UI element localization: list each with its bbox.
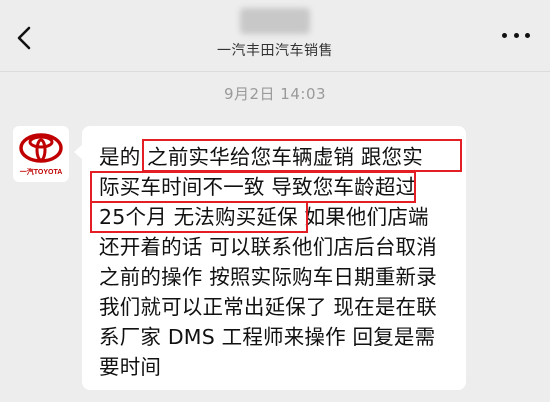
message-line: 我们就可以正常出延保了 现在是在联	[99, 295, 437, 319]
avatar[interactable]: 一汽TOYOTA	[13, 126, 69, 182]
contact-name-redacted	[240, 8, 310, 34]
message-line: 系厂家 DMS 工程师来操作 回复是需	[99, 325, 436, 349]
chevron-left-icon	[17, 26, 31, 50]
message-timestamp: 9月2日 14:03	[223, 85, 327, 103]
message-line: 际买车时间不一致 导致您车龄超过	[99, 175, 417, 199]
more-dot	[502, 32, 507, 38]
more-dot	[513, 32, 519, 38]
back-button[interactable]	[12, 24, 36, 52]
avatar-label: 一汽TOYOTA	[19, 169, 63, 176]
chat-header: 一汽丰田汽车销售	[0, 0, 550, 72]
message-line: 还开着的话 可以联系他们店后台取消	[99, 235, 437, 259]
message-line: 25个月 无法购买延保 如果他们店端	[99, 205, 429, 229]
message-bubble[interactable]: 是的 之前实华给您车辆虚销 跟您实 际买车时间不一致 导致您车龄超过 25个月 …	[74, 126, 466, 390]
more-button[interactable]	[502, 30, 530, 40]
chat-subtitle: 一汽丰田汽车销售	[217, 43, 333, 59]
chat-title: 一汽丰田汽车销售	[150, 2, 400, 68]
message-line: 要时间	[99, 355, 162, 379]
message-line: 是的 之前实华给您车辆虚销 跟您实	[99, 145, 423, 169]
more-dot	[525, 32, 530, 38]
message-line: 之前的操作 按照实际购车日期重新录	[99, 265, 437, 289]
